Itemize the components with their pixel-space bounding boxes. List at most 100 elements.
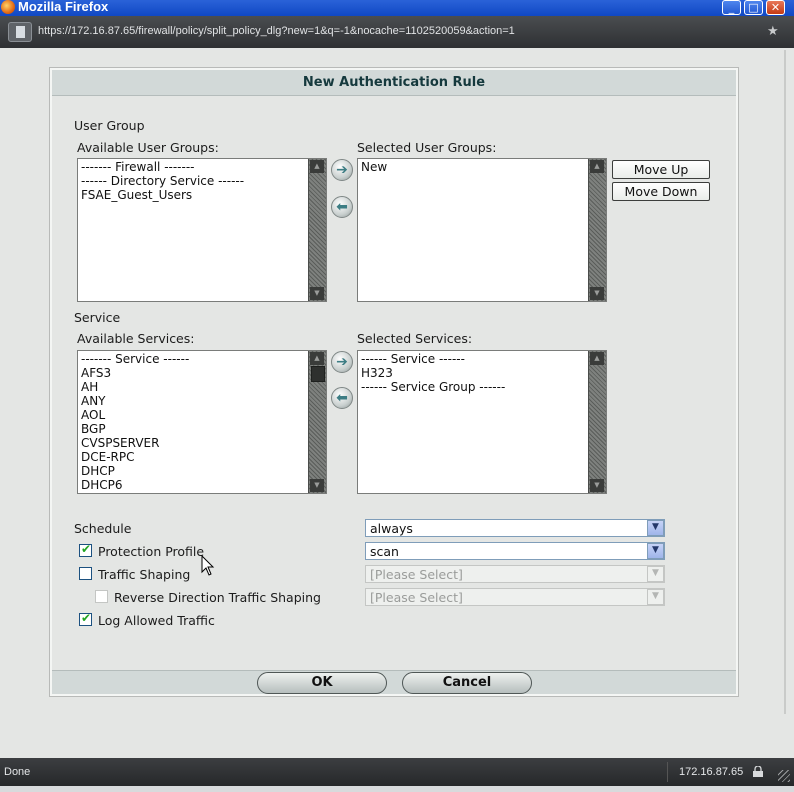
selected-services-items: ------ Service ------ H323 ------ Service … <box>361 352 588 394</box>
list-item[interactable]: ------ Directory Service ------ <box>81 174 308 188</box>
protection-profile-value: scan <box>370 544 399 559</box>
available-services-scrollbar[interactable]: ▲ ▼ <box>308 351 326 493</box>
list-item[interactable]: New <box>361 160 588 174</box>
move-up-button[interactable]: Move Up <box>612 160 710 179</box>
status-host: 172.16.87.65 <box>679 766 744 778</box>
window-title: Mozilla Firefox <box>18 0 109 14</box>
list-item[interactable]: AOL <box>81 408 308 422</box>
list-item[interactable]: AH <box>81 380 308 394</box>
selected-user-groups-label: Selected User Groups: <box>357 140 497 155</box>
firefox-icon <box>1 0 15 14</box>
url-bar: https://172.16.87.65/firewall/policy/spl… <box>0 16 794 48</box>
add-service-button[interactable]: ➔ <box>331 351 353 373</box>
selected-user-groups-items: New <box>361 160 588 174</box>
available-services-list[interactable]: ------- Service ------ AFS3 AH ANY AOL BGP CVS… <box>77 350 327 494</box>
mouse-cursor-icon <box>201 555 215 576</box>
chevron-down-icon[interactable]: ▼ <box>647 589 664 605</box>
user-group-section-label: User Group <box>74 118 145 133</box>
list-item[interactable]: ------- Firewall ------- <box>81 160 308 174</box>
remove-service-button[interactable]: ⬅ <box>331 387 353 409</box>
available-user-groups-list[interactable]: ------- Firewall ------- ------ Directory… <box>77 158 327 302</box>
status-separator <box>667 762 668 782</box>
scroll-down-arrow-icon[interactable]: ▼ <box>310 479 324 492</box>
traffic-shaping-label: Traffic Shaping <box>98 567 191 582</box>
reverse-shaping-value: [Please Select] <box>370 590 463 605</box>
list-item[interactable]: DHCP6 <box>81 478 308 492</box>
remove-user-group-button[interactable]: ⬅ <box>331 196 353 218</box>
list-item[interactable]: CVSPSERVER <box>81 436 308 450</box>
chevron-down-icon[interactable]: ▼ <box>647 566 664 582</box>
list-item[interactable]: ------- Service ------ <box>81 352 308 366</box>
list-item[interactable]: DCE-RPC <box>81 450 308 464</box>
traffic-shaping-checkbox[interactable] <box>79 567 92 580</box>
dialog-header: New Authentication Rule <box>52 70 736 96</box>
arrow-left-icon: ⬅ <box>336 390 348 406</box>
reverse-shaping-checkbox[interactable] <box>95 590 108 603</box>
log-allowed-label: Log Allowed Traffic <box>98 613 215 628</box>
selected-services-scrollbar[interactable]: ▲ ▼ <box>588 351 606 493</box>
arrow-right-icon: ➔ <box>336 354 348 370</box>
list-item[interactable]: DHCP <box>81 464 308 478</box>
check-icon: ✔ <box>81 611 92 625</box>
protection-profile-select[interactable]: scan ▼ <box>365 542 665 560</box>
reverse-shaping-label: Reverse Direction Traffic Shaping <box>114 590 321 605</box>
arrow-right-icon: ➔ <box>336 162 348 178</box>
url-text[interactable]: https://172.16.87.65/firewall/policy/spl… <box>38 25 515 37</box>
list-item[interactable]: H323 <box>361 366 588 380</box>
maximize-button[interactable]: □ <box>744 0 763 15</box>
selected-services-list[interactable]: ------ Service ------ H323 ------ Service … <box>357 350 607 494</box>
selected-services-label: Selected Services: <box>357 331 473 346</box>
list-item[interactable]: ------ Service Group ------ <box>361 380 588 394</box>
selected-user-groups-list[interactable]: New ▲ ▼ <box>357 158 607 302</box>
cancel-button[interactable]: Cancel <box>402 672 532 694</box>
scroll-up-arrow-icon[interactable]: ▲ <box>310 160 324 173</box>
scroll-up-arrow-icon[interactable]: ▲ <box>590 352 604 365</box>
resize-grip[interactable] <box>778 770 790 782</box>
chevron-down-icon[interactable]: ▼ <box>647 543 664 559</box>
lock-icon[interactable] <box>752 766 764 777</box>
add-user-group-button[interactable]: ➔ <box>331 159 353 181</box>
list-item[interactable]: BGP <box>81 422 308 436</box>
scroll-down-arrow-icon[interactable]: ▼ <box>310 287 324 300</box>
auth-rule-dialog: New Authentication Rule User Group Avail… <box>49 67 739 697</box>
list-item[interactable]: ------ Service ------ <box>361 352 588 366</box>
available-user-groups-scrollbar[interactable]: ▲ ▼ <box>308 159 326 301</box>
list-item[interactable]: FSAE_Guest_Users <box>81 188 308 202</box>
selected-user-groups-scrollbar[interactable]: ▲ ▼ <box>588 159 606 301</box>
star-icon[interactable]: ★ <box>767 24 779 39</box>
minimize-button[interactable]: _ <box>722 0 741 15</box>
chevron-down-icon[interactable]: ▼ <box>647 520 664 536</box>
available-user-groups-label: Available User Groups: <box>77 140 219 155</box>
check-icon: ✔ <box>81 542 92 556</box>
close-button[interactable]: ✕ <box>766 0 785 15</box>
dialog-title: New Authentication Rule <box>302 75 486 90</box>
scroll-down-arrow-icon[interactable]: ▼ <box>590 479 604 492</box>
schedule-select[interactable]: always ▼ <box>365 519 665 537</box>
protection-profile-checkbox[interactable]: ✔ <box>79 542 92 557</box>
list-item[interactable]: ANY <box>81 394 308 408</box>
available-user-groups-items: ------- Firewall ------- ------ Directory… <box>81 160 308 202</box>
service-section-label: Service <box>74 310 121 325</box>
list-item[interactable]: AFS3 <box>81 366 308 380</box>
scrollbar-thumb[interactable] <box>311 366 325 382</box>
bottom-strip <box>0 786 794 792</box>
ok-button[interactable]: OK <box>257 672 387 694</box>
traffic-shaping-select[interactable]: [Please Select] ▼ <box>365 565 665 583</box>
schedule-value: always <box>370 521 413 536</box>
log-allowed-checkbox[interactable]: ✔ <box>79 611 92 626</box>
page-icon[interactable] <box>8 22 32 42</box>
reverse-shaping-select[interactable]: [Please Select] ▼ <box>365 588 665 606</box>
traffic-shaping-value: [Please Select] <box>370 567 463 582</box>
available-services-items: ------- Service ------ AFS3 AH ANY AOL BGP CVS… <box>81 352 308 492</box>
window-title-bar[interactable]: Mozilla Firefox _ □ ✕ <box>0 0 794 16</box>
scroll-down-arrow-icon[interactable]: ▼ <box>590 287 604 300</box>
protection-profile-label: Protection Profile <box>98 544 205 559</box>
move-down-button[interactable]: Move Down <box>612 182 710 201</box>
available-services-label: Available Services: <box>77 331 195 346</box>
arrow-left-icon: ⬅ <box>336 199 348 215</box>
scroll-up-arrow-icon[interactable]: ▲ <box>310 352 324 365</box>
dialog-footer: OK Cancel <box>52 670 736 694</box>
scroll-up-arrow-icon[interactable]: ▲ <box>590 160 604 173</box>
status-bar: Done 172.16.87.65 <box>0 758 794 786</box>
schedule-label: Schedule <box>74 521 132 536</box>
